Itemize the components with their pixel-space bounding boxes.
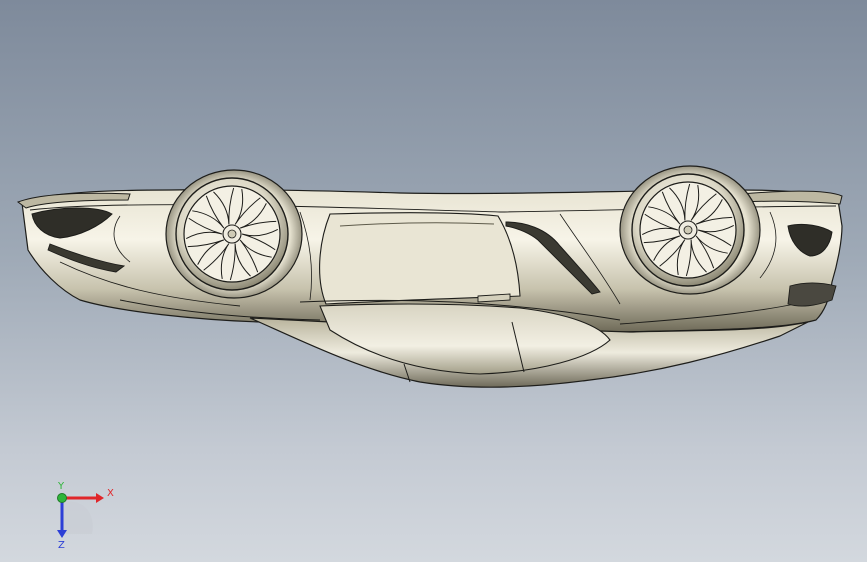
y-axis-dot (57, 493, 67, 503)
rear-diffuser (787, 282, 837, 307)
x-axis-arrowhead (96, 493, 104, 503)
door-panel (319, 212, 521, 305)
z-axis-label: Z (58, 540, 65, 550)
front-wheel (165, 169, 303, 299)
rear-wheel (619, 165, 761, 295)
graphics-viewport[interactable]: X Y Z (0, 0, 867, 562)
y-axis-label: Y (57, 481, 65, 492)
car-body-model[interactable] (0, 0, 867, 562)
reference-triad: X Y Z (57, 481, 114, 550)
x-axis-label: X (107, 488, 114, 499)
